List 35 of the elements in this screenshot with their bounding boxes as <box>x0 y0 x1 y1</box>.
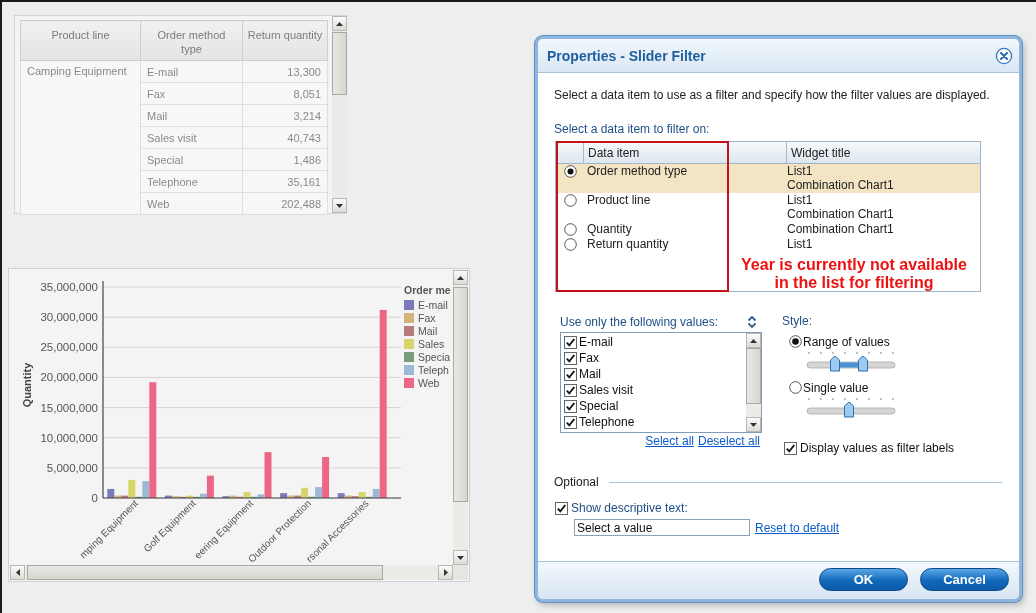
axis-tick-label: 30,000,000 <box>40 311 98 324</box>
table-cell: Combination Chart1 <box>787 222 894 236</box>
legend-label: Specia <box>418 351 451 363</box>
table-cell: List1 <box>787 237 813 251</box>
axis-tick-label: 15,000,000 <box>40 401 98 414</box>
table-cell: Combination Chart1 <box>787 207 894 221</box>
table-cell-text: Quantity <box>586 222 633 236</box>
legend-label: Web <box>418 377 440 389</box>
legend-label: Fax <box>418 312 436 324</box>
table-cell-text: Product line <box>586 193 652 209</box>
axis-tick-label: 25,000,000 <box>40 341 98 354</box>
axis-tick-label: 0 <box>91 492 98 504</box>
table-cell: Combination Chart1 <box>787 178 894 192</box>
annotation-text: Year is currently not available in the list for filtering <box>740 256 968 292</box>
axis-tick-label: 35,000,000 <box>40 281 98 293</box>
table-cell: Camping Equipment <box>20 60 141 215</box>
section-label: Use only the following values: <box>560 314 719 330</box>
legend-label: Teleph <box>418 364 449 376</box>
table-cell: List1 <box>787 164 813 178</box>
section-heading: Optional <box>554 475 599 489</box>
instruction-text: Select a data item to use as a filter and specify how the filter values are displayed. <box>554 87 991 103</box>
axis-title: Quantity <box>21 362 33 408</box>
legend-label: Mail <box>418 325 438 337</box>
table-cell: List1 <box>787 193 813 207</box>
axis-tick-label: 5,000,000 <box>46 461 98 474</box>
axis-tick-label: 20,000,000 <box>40 371 98 384</box>
section-label: Select a data item to filter on: <box>554 122 710 137</box>
table-cell-text: Return quantity <box>586 237 670 251</box>
legend-label: E-mail <box>418 299 448 311</box>
section-label: Style: <box>782 314 812 329</box>
legend-label: Sales <box>418 338 445 350</box>
dialog-title: Properties - Slider Filter <box>547 47 706 64</box>
axis-tick-label: 10,000,000 <box>40 431 98 444</box>
table-cell-text: Order method type <box>586 164 689 180</box>
legend-title: Order me <box>404 284 451 296</box>
